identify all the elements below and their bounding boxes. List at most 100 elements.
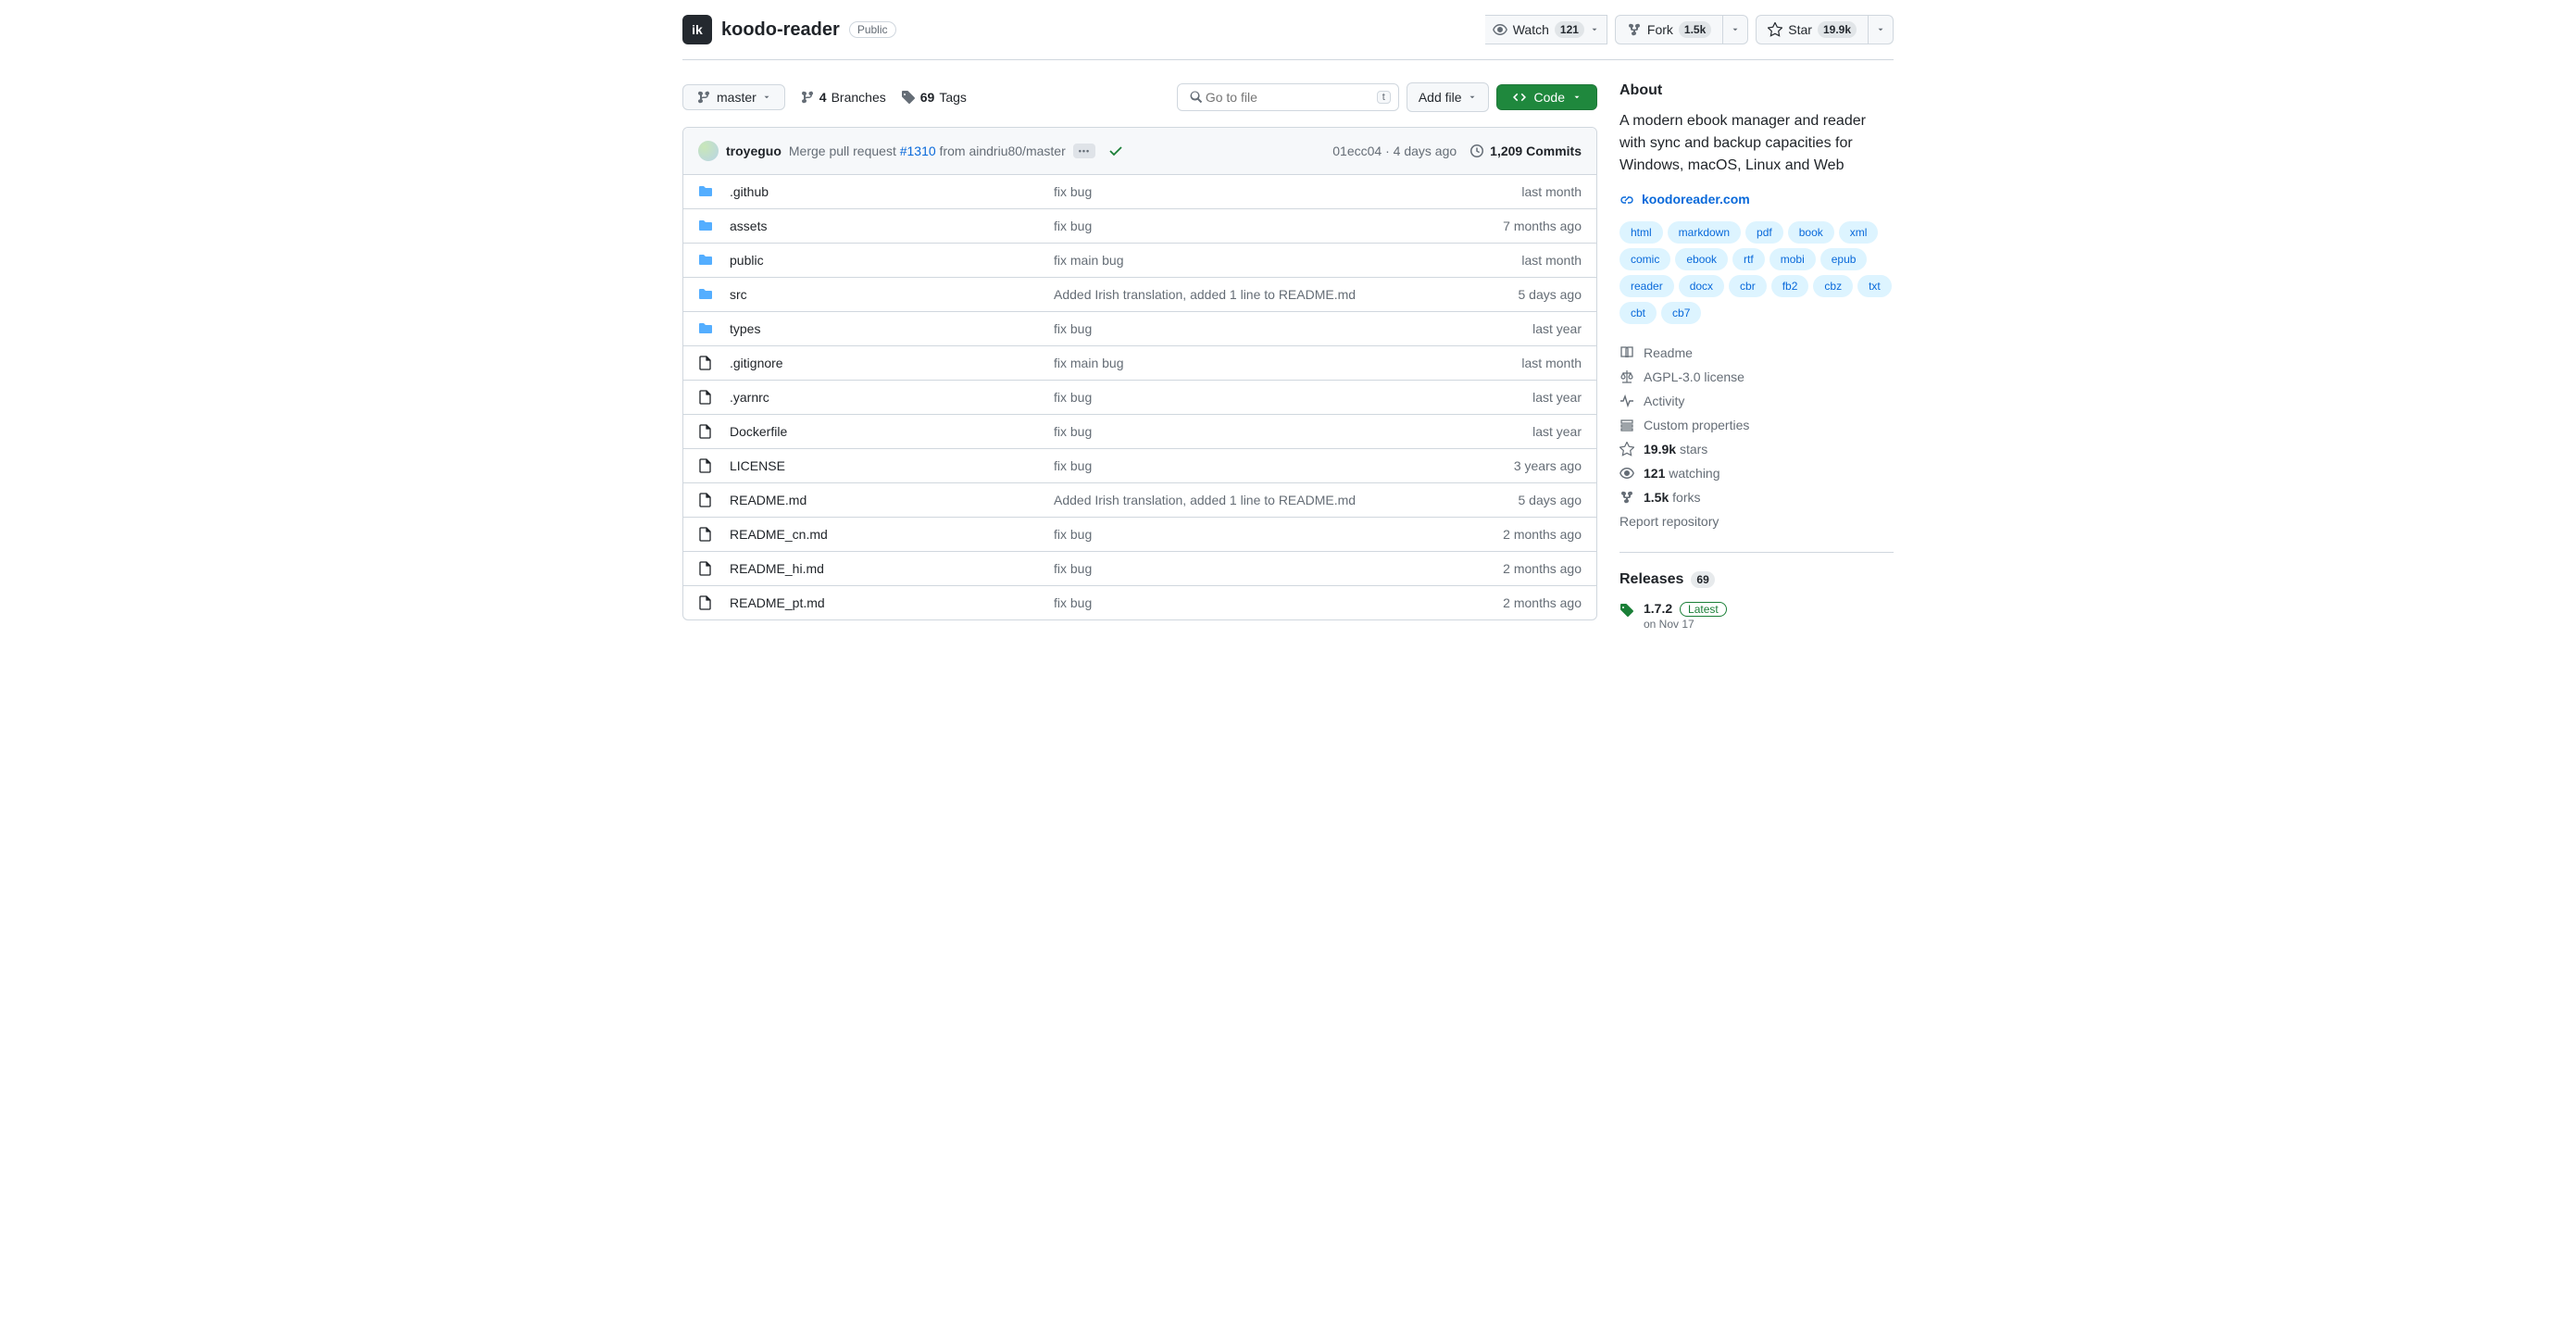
latest-release[interactable]: 1.7.2 Latest on Nov 17 [1619,601,1894,631]
topic-comic[interactable]: comic [1619,248,1670,270]
readme-link[interactable]: Readme [1619,341,1894,365]
topic-cb7[interactable]: cb7 [1661,302,1701,324]
commit-msg-suffix: from aindriu80/master [936,144,1066,158]
stars-link[interactable]: 19.9k stars [1619,437,1894,461]
commit-sha-date[interactable]: 01ecc04 · 4 days ago [1332,144,1457,158]
tags-link[interactable]: 69 Tags [901,90,967,105]
folder-icon [698,219,717,233]
license-link[interactable]: AGPL-3.0 license [1619,365,1894,389]
file-name-link[interactable]: README.md [730,493,807,507]
file-name-link[interactable]: src [730,287,747,302]
file-name-link[interactable]: README_cn.md [730,527,828,542]
file-commit-msg[interactable]: fix bug [1054,321,1532,336]
topic-ebook[interactable]: ebook [1675,248,1728,270]
file-commit-msg[interactable]: fix main bug [1054,253,1521,268]
watch-button[interactable]: Watch 121 [1485,15,1607,44]
file-commit-msg[interactable]: fix bug [1054,390,1532,405]
folder-icon [698,253,717,268]
file-commit-msg[interactable]: fix main bug [1054,356,1521,370]
topic-rtf[interactable]: rtf [1732,248,1765,270]
file-commit-msg[interactable]: fix bug [1054,424,1532,439]
file-name-link[interactable]: LICENSE [730,458,785,473]
releases-count: 69 [1691,571,1714,588]
file-commit-msg[interactable]: Added Irish translation, added 1 line to… [1054,493,1519,507]
file-name-link[interactable]: README_hi.md [730,561,824,576]
eye-icon [1619,466,1634,481]
topic-pdf[interactable]: pdf [1745,221,1783,244]
file-row: src Added Irish translation, added 1 line… [683,278,1596,312]
add-file-button[interactable]: Add file [1407,82,1489,112]
topic-docx[interactable]: docx [1679,275,1724,297]
topic-txt[interactable]: txt [1857,275,1892,297]
repo-name[interactable]: koodo-reader [721,19,840,41]
star-count: 19.9k [1818,21,1857,38]
branches-link[interactable]: 4 Branches [800,90,886,105]
report-link[interactable]: Report repository [1619,509,1894,533]
eye-icon [1493,22,1507,37]
topic-reader[interactable]: reader [1619,275,1674,297]
commits-link[interactable]: 1,209 Commits [1469,144,1582,158]
topic-html[interactable]: html [1619,221,1663,244]
file-nav: master 4 Branches 69 Tags [682,82,1597,112]
file-row: LICENSEfix bug3 years ago [683,449,1596,483]
license-label: AGPL-3.0 license [1644,369,1744,384]
commit-author[interactable]: troyeguo [726,144,782,158]
website-link[interactable]: koodoreader.com [1619,192,1750,206]
releases-heading[interactable]: Releases [1619,571,1683,588]
file-name-link[interactable]: .github [730,184,769,199]
file-name-link[interactable]: assets [730,219,767,233]
go-to-file-input[interactable] [1204,89,1377,106]
file-row: README_cn.mdfix bug2 months ago [683,518,1596,552]
code-button[interactable]: Code [1496,84,1597,110]
fork-label: Fork [1647,20,1673,39]
file-date: 7 months ago [1503,219,1582,233]
topic-cbr[interactable]: cbr [1729,275,1767,297]
topic-xml[interactable]: xml [1839,221,1879,244]
check-icon[interactable] [1108,144,1123,158]
topic-mobi[interactable]: mobi [1769,248,1816,270]
file-commit-msg[interactable]: Added Irish translation, added 1 line to… [1054,287,1519,302]
commit-expand-button[interactable]: ••• [1073,144,1095,158]
link-icon [1619,192,1634,206]
watching-link[interactable]: 121 watching [1619,461,1894,485]
topic-fb2[interactable]: fb2 [1771,275,1809,297]
file-name-link[interactable]: .yarnrc [730,390,769,405]
file-commit-msg[interactable]: fix bug [1054,561,1503,576]
file-commit-msg[interactable]: fix bug [1054,458,1514,473]
file-name-link[interactable]: public [730,253,764,268]
commit-pr-link[interactable]: #1310 [900,144,936,158]
fork-button[interactable]: Fork 1.5k [1615,15,1723,44]
file-commit-msg[interactable]: fix bug [1054,184,1521,199]
activity-label: Activity [1644,394,1684,408]
file-commit-msg[interactable]: fix bug [1054,527,1503,542]
commit-message[interactable]: Merge pull request #1310 from aindriu80/… [789,144,1066,158]
topic-book[interactable]: book [1788,221,1834,244]
file-name-link[interactable]: types [730,321,760,336]
commit-msg-prefix: Merge pull request [789,144,900,158]
forks-label: forks [1672,490,1700,505]
file-name-link[interactable]: Dockerfile [730,424,787,439]
code-icon [1512,90,1527,105]
avatar[interactable] [698,141,719,161]
latest-badge: Latest [1680,602,1727,617]
branch-select[interactable]: master [682,84,785,110]
file-commit-msg[interactable]: fix bug [1054,219,1503,233]
file-name-link[interactable]: .gitignore [730,356,783,370]
custom-props-link[interactable]: Custom properties [1619,413,1894,437]
file-commit-msg[interactable]: fix bug [1054,595,1503,610]
topic-cbt[interactable]: cbt [1619,302,1657,324]
topic-epub[interactable]: epub [1820,248,1868,270]
file-name-link[interactable]: README_pt.md [730,595,825,610]
topic-cbz[interactable]: cbz [1813,275,1853,297]
star-button[interactable]: Star 19.9k [1756,15,1869,44]
add-file-label: Add file [1419,88,1462,106]
topic-markdown[interactable]: markdown [1668,221,1741,244]
file-icon [698,390,717,405]
file-row: README_hi.mdfix bug2 months ago [683,552,1596,586]
go-to-file[interactable]: t [1177,83,1399,111]
star-dropdown[interactable] [1869,15,1894,44]
activity-link[interactable]: Activity [1619,389,1894,413]
tag-icon [901,90,916,105]
forks-link[interactable]: 1.5k forks [1619,485,1894,509]
fork-dropdown[interactable] [1723,15,1748,44]
